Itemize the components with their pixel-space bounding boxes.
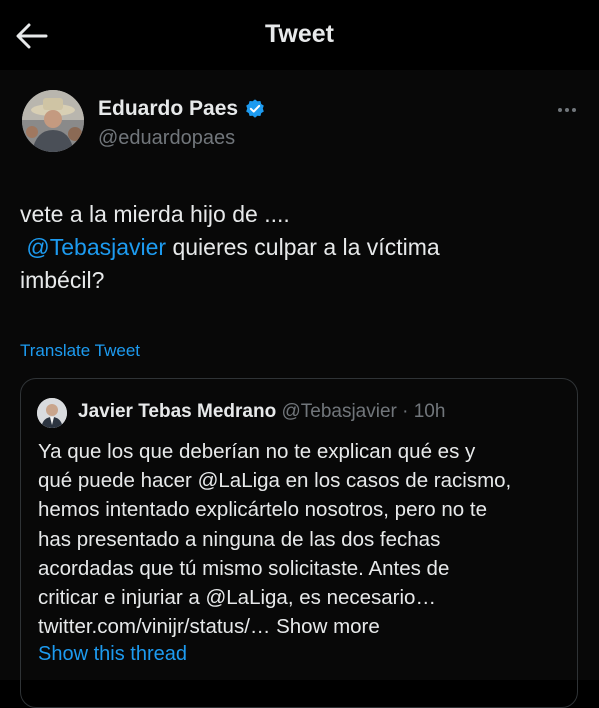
avatar-image xyxy=(22,90,84,152)
tweet-text-fragment: quieres culpar a la víctima xyxy=(166,234,440,260)
author-avatar[interactable] xyxy=(22,90,84,152)
show-thread-link[interactable]: Show this thread xyxy=(38,643,187,666)
tweet-text-line: vete a la mierda hijo de .... xyxy=(20,201,290,227)
page-title: Tweet xyxy=(265,20,334,48)
dot xyxy=(565,108,569,112)
tweet-text: vete a la mierda hijo de .... @Tebasjavi… xyxy=(20,198,580,297)
mention-link[interactable]: @Tebasjavier xyxy=(26,234,166,260)
quoted-avatar-image xyxy=(37,398,67,428)
quoted-tweet-header: Javier Tebas Medrano @Tebasjavier · 10h xyxy=(78,401,445,423)
dot xyxy=(572,108,576,112)
quoted-link: twitter.com/vinijr/status/… xyxy=(38,615,271,639)
quoted-text-line: twitter.com/vinijr/status/… Show more xyxy=(38,612,573,641)
top-bar: Tweet xyxy=(0,0,599,70)
show-more-link[interactable]: Show more xyxy=(276,615,380,638)
quoted-text-line: hemos intentado explicártelo nosotros, p… xyxy=(38,498,487,522)
tweet-text-line: @Tebasjavier quieres culpar a la víctima xyxy=(20,231,580,264)
quoted-author-meta: @Tebasjavier · 10h xyxy=(281,401,446,422)
quoted-text-line: Ya que los que deberían no te explican q… xyxy=(38,440,476,463)
more-horizontal-icon xyxy=(558,108,562,112)
quoted-author-avatar xyxy=(37,398,67,428)
quoted-text-line: acordadas que tú mismo solicitaste. Ante… xyxy=(38,556,450,580)
quoted-text-line: has presentado a ninguna de las dos fech… xyxy=(38,527,441,551)
author-name-row: Eduardo Paes xyxy=(98,97,266,121)
quoted-tweet-text: Ya que los que deberían no te explican q… xyxy=(38,437,573,641)
more-options-button[interactable] xyxy=(552,100,582,120)
translate-tweet-link[interactable]: Translate Tweet xyxy=(20,341,140,361)
author-handle[interactable]: @eduardopaes xyxy=(98,127,235,150)
verified-badge-icon xyxy=(246,99,264,118)
quoted-author-name: Javier Tebas Medrano xyxy=(78,401,277,422)
author-name[interactable]: Eduardo Paes xyxy=(98,97,238,121)
quoted-text-line: qué puede hacer @LaLiga en los casos de … xyxy=(38,469,512,493)
tweet-text-line: imbécil? xyxy=(20,267,105,293)
quoted-text-line: criticar e injuriar a @LaLiga, es necesa… xyxy=(38,586,436,610)
